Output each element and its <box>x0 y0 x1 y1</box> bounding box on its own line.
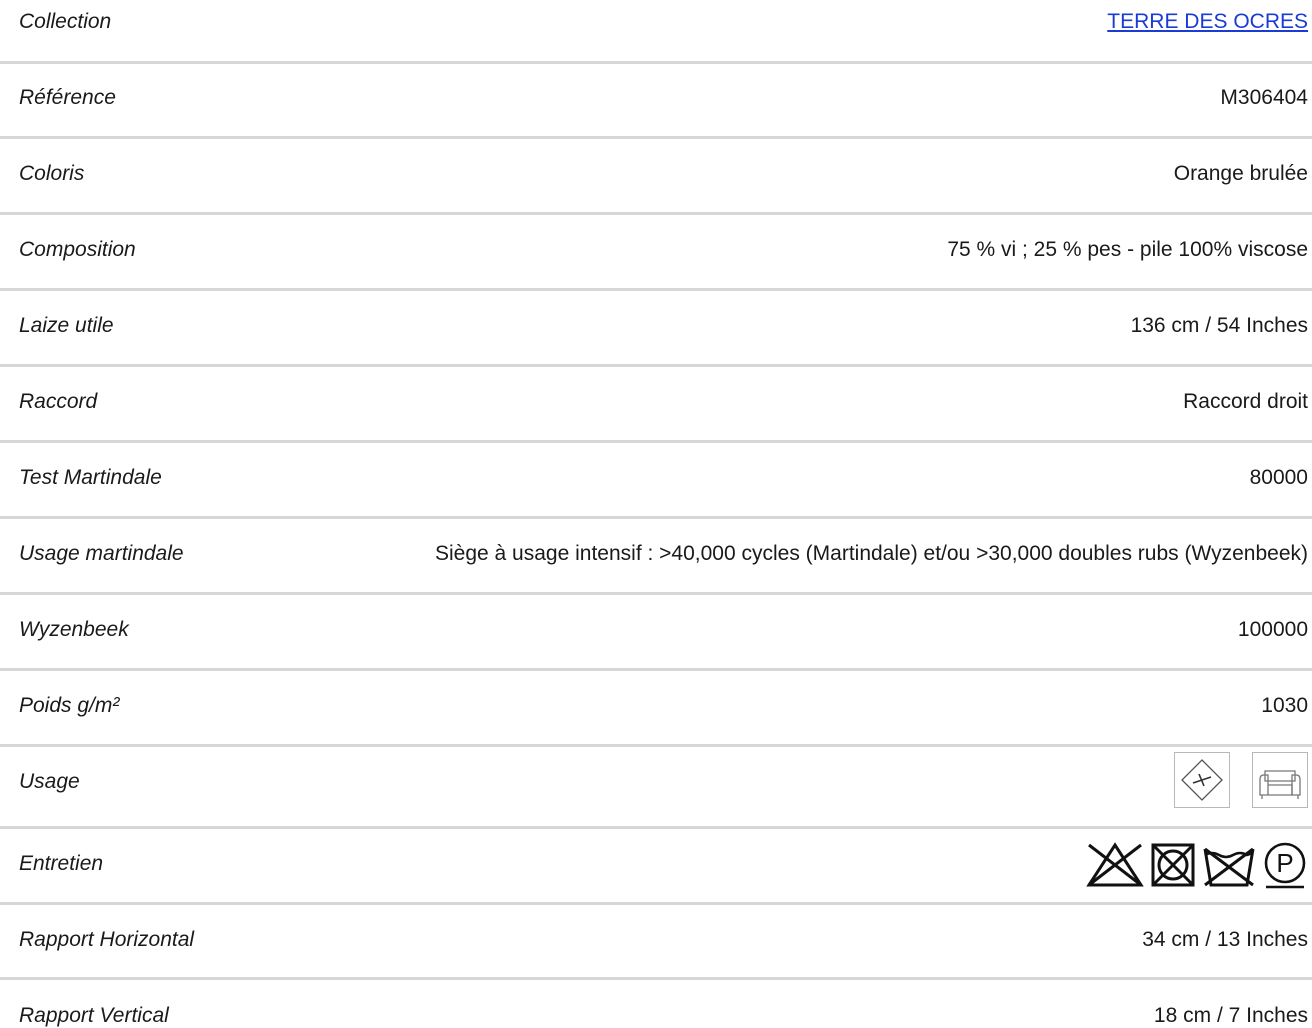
spec-value-raccord: Raccord droit <box>1183 390 1308 413</box>
spec-label-wyzenbeek: Wyzenbeek <box>19 618 129 641</box>
row-divider <box>0 61 1312 64</box>
collection-link[interactable]: TERRE DES OCRES <box>1107 10 1308 33</box>
spec-value-rapport-vertical: 18 cm / 7 Inches <box>1153 1004 1308 1027</box>
do-not-wash-icon <box>1202 841 1256 894</box>
upholstery-diamond-icon <box>1174 752 1230 808</box>
spec-value-coloris: Orange brulée <box>1173 162 1308 185</box>
armchair-icon <box>1252 752 1308 808</box>
row-divider <box>0 440 1312 443</box>
spec-value-rapport-horizontal: 34 cm / 13 Inches <box>1142 928 1308 951</box>
spec-value-laize-utile: 136 cm / 54 Inches <box>1130 314 1308 337</box>
spec-label-reference: Référence <box>19 86 116 109</box>
spec-label-test-martindale: Test Martindale <box>19 466 162 489</box>
row-divider <box>0 744 1312 747</box>
row-divider <box>0 516 1312 519</box>
spec-label-coloris: Coloris <box>19 162 85 185</box>
row-divider <box>0 136 1312 139</box>
spec-value-composition: 75 % vi ; 25 % pes - pile 100% viscose <box>947 238 1308 261</box>
spec-value-usage-martindale: Siège à usage intensif : >40,000 cycles … <box>435 542 1308 565</box>
spec-value-reference: M306404 <box>1220 86 1308 109</box>
row-divider <box>0 288 1312 291</box>
spec-label-entretien: Entretien <box>19 852 104 875</box>
usage-icons <box>1174 752 1308 808</box>
spec-label-collection: Collection <box>19 10 112 33</box>
spec-label-raccord: Raccord <box>19 390 98 413</box>
spec-value-wyzenbeek: 100000 <box>1237 618 1308 641</box>
spec-value-poids: 1030 <box>1261 694 1308 717</box>
spec-value-collection: TERRE DES OCRES <box>1107 10 1308 34</box>
dry-clean-letter: P <box>1276 848 1293 878</box>
spec-label-composition: Composition <box>19 238 136 261</box>
dry-clean-p-icon: P <box>1262 841 1308 894</box>
spec-label-poids: Poids g/m² <box>19 694 120 717</box>
spec-label-usage: Usage <box>19 770 80 793</box>
spec-label-laize-utile: Laize utile <box>19 314 114 337</box>
row-divider <box>0 592 1312 595</box>
spec-label-rapport-horizontal: Rapport Horizontal <box>19 928 195 951</box>
spec-label-rapport-vertical: Rapport Vertical <box>19 1004 169 1027</box>
do-not-bleach-icon <box>1086 841 1144 894</box>
spec-value-test-martindale: 80000 <box>1249 466 1308 489</box>
row-divider <box>0 826 1312 829</box>
care-icons: P <box>1086 841 1308 894</box>
spec-label-usage-martindale: Usage martindale <box>19 542 184 565</box>
row-divider <box>0 212 1312 215</box>
row-divider <box>0 364 1312 367</box>
row-divider <box>0 668 1312 671</box>
row-divider <box>0 902 1312 905</box>
do-not-tumble-dry-icon <box>1150 841 1196 894</box>
row-divider <box>0 977 1312 980</box>
